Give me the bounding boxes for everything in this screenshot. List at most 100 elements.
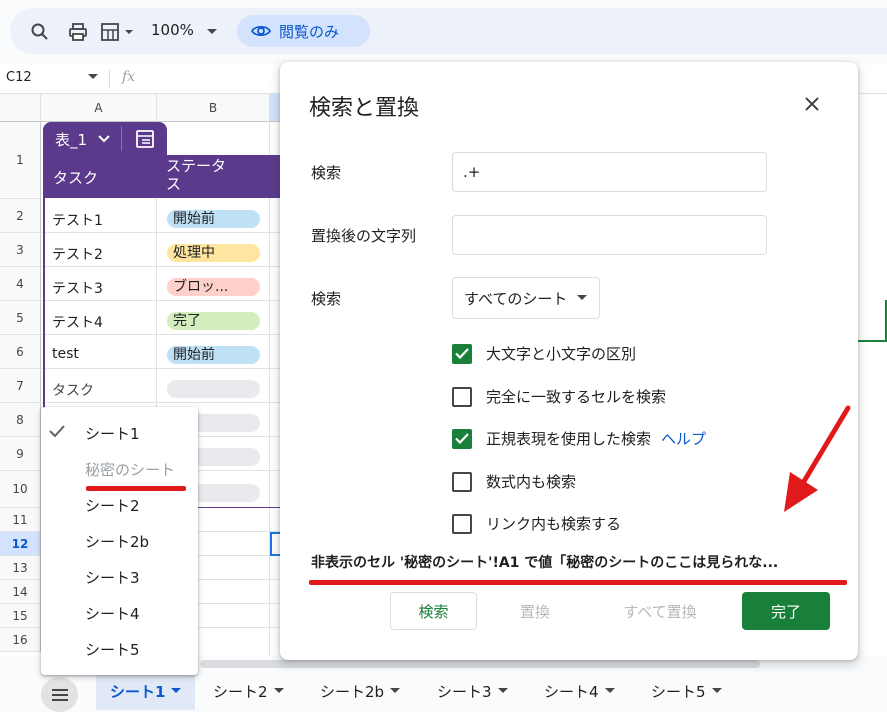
option-match-entire-cell[interactable]: 完全に一致するセルを検索 [452, 386, 666, 407]
menu-item-sheet-4[interactable]: シート4 [85, 603, 140, 624]
caret-down-icon[interactable] [604, 688, 615, 694]
caret-down-icon[interactable] [171, 688, 182, 694]
menu-item-sheet-2[interactable]: シート2 [85, 495, 140, 516]
view-only-label: 閲覧のみ [279, 22, 340, 41]
row-header-3[interactable]: 3 [0, 233, 41, 267]
dialog-title: 検索と置換 [309, 96, 420, 121]
print-icon[interactable] [66, 16, 90, 48]
tab-sheet-2b[interactable]: シート2b [320, 672, 401, 710]
zoom-dropdown-icon[interactable] [204, 16, 220, 48]
caret-down-icon[interactable] [273, 688, 284, 694]
checkbox-unchecked[interactable] [452, 386, 472, 407]
table-view-icon[interactable] [135, 129, 155, 149]
close-icon[interactable] [805, 97, 819, 111]
status-chip[interactable]: 処理中 [167, 244, 260, 262]
option-match-case[interactable]: 大文字と小文字の区別 [452, 343, 636, 364]
replace-all-button[interactable]: すべて置換 [610, 592, 710, 630]
cell-task[interactable]: テスト2 [52, 244, 103, 264]
corner-select-all[interactable] [0, 94, 41, 122]
horizontal-scrollbar[interactable] [200, 660, 760, 668]
row-header-13[interactable]: 13 [0, 556, 41, 580]
menu-item-sheet-5[interactable]: シート5 [85, 639, 140, 660]
cell-task[interactable]: タスク [52, 380, 94, 400]
caret-down-icon[interactable] [390, 688, 401, 694]
row-header-11[interactable]: 11 [0, 508, 41, 532]
help-link[interactable]: ヘルプ [661, 428, 706, 449]
checkbox-unchecked[interactable] [452, 513, 472, 534]
name-box[interactable]: C12 [6, 70, 32, 85]
tab-sheet-2[interactable]: シート2 [213, 672, 284, 710]
row-header-1[interactable]: 1 [0, 122, 41, 199]
tab-sheet-1[interactable]: シート1 [96, 672, 196, 710]
checkbox-checked[interactable] [452, 343, 472, 364]
grid-line [41, 266, 281, 267]
table-header-task[interactable]: タスク [53, 167, 98, 188]
chevron-down-icon[interactable] [98, 135, 110, 143]
status-chip[interactable]: ブロッ... [167, 278, 260, 296]
replace-input[interactable] [452, 215, 767, 255]
tab-sheet-4[interactable]: シート4 [544, 672, 615, 710]
option-regex[interactable]: 正規表現を使用した検索 ヘルプ [452, 428, 706, 449]
table-name-tab[interactable]: 表_1 [43, 122, 167, 155]
replace-button[interactable]: 置換 [505, 592, 565, 630]
menu-item-hidden-sheet[interactable]: 秘密のシート [85, 459, 175, 480]
row-header-14[interactable]: 14 [0, 580, 41, 604]
status-chip[interactable]: 開始前 [167, 346, 260, 364]
column-header-a[interactable]: A [41, 94, 157, 122]
find-button[interactable]: 検索 [390, 592, 477, 630]
row-header-4[interactable]: 4 [0, 267, 41, 301]
menu-item-sheet-2b[interactable]: シート2b [85, 531, 149, 552]
name-box-dropdown-icon[interactable] [88, 74, 98, 80]
row-header-10[interactable]: 10 [0, 471, 41, 508]
option-search-links[interactable]: リンク内も検索する [452, 513, 621, 534]
table-header-status[interactable]: ステータ ス [166, 157, 226, 193]
tab-label: シート3 [437, 682, 492, 701]
zoom-value[interactable]: 100% [151, 21, 194, 39]
tab-label: シート5 [651, 682, 706, 701]
menu-item-sheet-1[interactable]: シート1 [85, 423, 140, 444]
grid-line [41, 368, 281, 369]
replace-label: 置換後の文字列 [311, 227, 417, 245]
row-header-5[interactable]: 5 [0, 301, 41, 335]
status-chip[interactable]: 開始前 [167, 210, 260, 228]
row-header-15[interactable]: 15 [0, 604, 41, 628]
cell-task[interactable]: test [52, 346, 79, 362]
toolbar: 100% 閲覧のみ [0, 0, 887, 64]
search-menu-icon[interactable] [28, 16, 52, 48]
row-header-16[interactable]: 16 [0, 628, 41, 652]
find-input[interactable]: .+ [452, 152, 767, 192]
cell-task[interactable]: テスト3 [52, 278, 103, 298]
cell-task[interactable]: テスト1 [52, 210, 103, 230]
checkbox-checked[interactable] [452, 428, 472, 449]
row-header-2[interactable]: 2 [0, 199, 41, 233]
row-header-6[interactable]: 6 [0, 335, 41, 369]
caret-down-icon[interactable] [711, 688, 722, 694]
menu-item-sheet-3[interactable]: シート3 [85, 567, 140, 588]
annotation-underline [86, 486, 186, 491]
checkbox-unchecked[interactable] [452, 471, 472, 492]
row-header-7[interactable]: 7 [0, 369, 41, 403]
row-header-12[interactable]: 12 [0, 532, 41, 556]
option-label: 数式内も検索 [486, 473, 577, 491]
cell-task[interactable]: テスト4 [52, 312, 103, 332]
all-sheets-button[interactable] [41, 677, 78, 712]
row-header-8[interactable]: 8 [0, 403, 41, 437]
table-header-row: タスク ステータ ス [43, 155, 280, 198]
scope-select[interactable]: すべてのシート [452, 277, 600, 319]
status-chip[interactable] [167, 380, 260, 398]
paint-format-icon[interactable] [100, 16, 138, 48]
caret-down-icon[interactable] [497, 688, 508, 694]
scope-value: すべてのシート [464, 289, 568, 308]
column-header-b[interactable]: B [157, 94, 270, 122]
done-button[interactable]: 完了 [742, 592, 830, 630]
table-name: 表_1 [55, 131, 88, 149]
option-search-formulas[interactable]: 数式内も検索 [452, 471, 576, 492]
grid-line [41, 300, 281, 301]
grid-line [41, 232, 281, 233]
status-chip[interactable]: 完了 [167, 312, 260, 330]
tab-sheet-3[interactable]: シート3 [437, 672, 508, 710]
row-header-9[interactable]: 9 [0, 437, 41, 471]
tab-sheet-5[interactable]: シート5 [651, 672, 722, 710]
view-only-button[interactable]: 閲覧のみ [237, 15, 370, 47]
option-label: 大文字と小文字の区別 [486, 345, 637, 363]
